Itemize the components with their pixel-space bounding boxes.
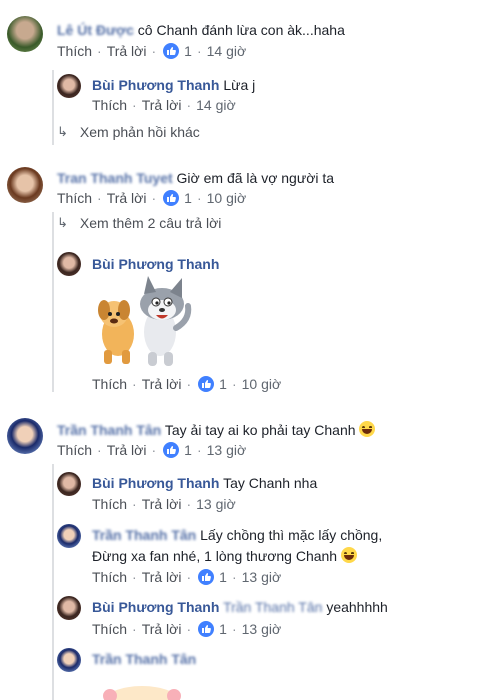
like-button[interactable]: Thích	[92, 97, 127, 113]
comment-text: Tay ải tay ai ko phải tay Chanh	[164, 422, 356, 438]
reply-button[interactable]: Trả lời	[142, 569, 182, 585]
timestamp[interactable]: 10 giờ	[207, 190, 247, 206]
like-reaction-icon[interactable]	[163, 190, 180, 206]
reply-author[interactable]: Bùi Phương Thanh	[92, 599, 219, 615]
like-count[interactable]: 1	[184, 190, 192, 206]
comment-author[interactable]: Lê Út Được	[57, 22, 134, 38]
comment-text: cô Chanh đánh lừa con àk...haha	[137, 22, 345, 38]
reply-button[interactable]: Trả lời	[142, 97, 182, 113]
like-button[interactable]: Thích	[57, 43, 92, 59]
reply-author[interactable]: Bùi Phương Thanh	[92, 475, 219, 491]
avatar[interactable]	[57, 596, 81, 620]
laughing-emoji-icon	[340, 547, 357, 563]
laughing-emoji-icon	[359, 421, 376, 437]
timestamp[interactable]: 14 giờ	[207, 43, 247, 59]
like-count[interactable]: 1	[219, 621, 227, 637]
like-button[interactable]: Thích	[92, 621, 127, 637]
dog-and-cat-sticker[interactable]	[90, 272, 200, 372]
reply-author[interactable]: Trần Thanh Tân	[92, 651, 196, 667]
reply-button[interactable]: Trả lời	[107, 43, 147, 59]
like-button[interactable]: Thích	[92, 569, 127, 585]
like-button[interactable]: Thích	[57, 190, 92, 206]
reply-button[interactable]: Trả lời	[107, 190, 147, 206]
like-button[interactable]: Thích	[92, 376, 127, 392]
reply-text: Tay Chanh nha	[223, 475, 318, 491]
thread-line	[52, 464, 54, 700]
avatar[interactable]	[7, 16, 43, 52]
avatar[interactable]	[7, 418, 43, 454]
like-reaction-icon[interactable]	[163, 442, 180, 458]
timestamp[interactable]: 13 giờ	[242, 621, 282, 637]
timestamp[interactable]: 13 giờ	[242, 569, 282, 585]
avatar[interactable]	[7, 167, 43, 203]
avatar[interactable]	[57, 472, 81, 496]
reply-text: Lừa j	[223, 77, 256, 93]
timestamp[interactable]: 13 giờ	[196, 496, 236, 512]
avatar[interactable]	[57, 252, 81, 276]
timestamp[interactable]: 13 giờ	[207, 442, 247, 458]
like-reaction-icon[interactable]	[198, 376, 215, 392]
comment-author[interactable]: Trần Thanh Tân	[57, 422, 161, 438]
reply-text-line2: Đừng xa fan nhé, 1 lòng thương Chanh	[92, 548, 338, 564]
reply-button[interactable]: Trả lời	[107, 442, 147, 458]
reply-text: yeahhhhh	[326, 599, 388, 615]
like-count[interactable]: 1	[184, 442, 192, 458]
reply-author[interactable]: Bùi Phương Thanh	[92, 77, 219, 93]
like-reaction-icon[interactable]	[198, 569, 215, 585]
view-more-replies-link[interactable]: ↳ Xem phản hồi khác	[57, 124, 200, 140]
reply-button[interactable]: Trả lời	[142, 376, 182, 392]
comment-author[interactable]: Tran Thanh Tuyet	[57, 170, 173, 186]
reply-arrow-icon: ↳	[57, 215, 68, 230]
like-count[interactable]: 1	[184, 43, 192, 59]
thread-line	[52, 212, 54, 392]
reply-arrow-icon: ↳	[57, 124, 68, 139]
reply-button[interactable]: Trả lời	[142, 496, 182, 512]
reply-author[interactable]: Bùi Phương Thanh	[92, 256, 219, 272]
view-more-label[interactable]: Xem thêm 2 câu trả lời	[80, 215, 221, 231]
like-button[interactable]: Thích	[92, 496, 127, 512]
timestamp[interactable]: 14 giờ	[196, 97, 236, 113]
like-reaction-icon[interactable]	[198, 621, 215, 637]
avatar[interactable]	[57, 524, 81, 548]
like-count[interactable]: 1	[219, 376, 227, 392]
avatar[interactable]	[57, 648, 81, 672]
like-count[interactable]: 1	[219, 569, 227, 585]
reply-button[interactable]: Trả lời	[142, 621, 182, 637]
avatar[interactable]	[57, 74, 81, 98]
like-reaction-icon[interactable]	[163, 43, 180, 59]
sticker-preview[interactable]	[92, 676, 192, 700]
mention-link[interactable]: Trần Thanh Tân	[223, 599, 322, 615]
view-more-replies-link[interactable]: ↳ Xem thêm 2 câu trả lời	[57, 215, 221, 231]
like-button[interactable]: Thích	[57, 442, 92, 458]
view-more-label[interactable]: Xem phản hồi khác	[80, 124, 200, 140]
reply-text-line1: Lấy chồng thì mặc lấy chồng,	[200, 527, 383, 543]
thread-line	[52, 70, 54, 145]
timestamp[interactable]: 10 giờ	[242, 376, 282, 392]
reply-author[interactable]: Trần Thanh Tân	[92, 527, 196, 543]
comment-text: Giờ em đã là vợ người ta	[176, 170, 335, 186]
